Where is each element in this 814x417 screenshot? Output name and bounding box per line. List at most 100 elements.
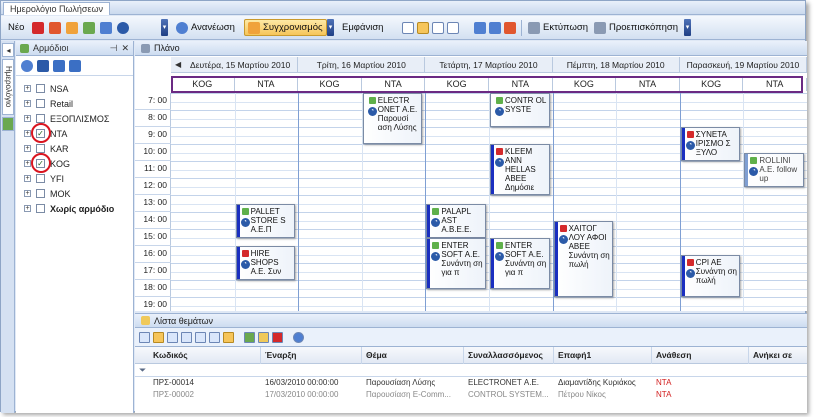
- refresh-list-icon[interactable]: [293, 331, 304, 343]
- day-header[interactable]: Παρασκευή, 19 Μαρτίου 2010: [680, 57, 807, 73]
- prev-day-icon[interactable]: ◀: [175, 57, 181, 73]
- appointment-status-bar: [236, 247, 240, 279]
- day-header[interactable]: Τετάρτη, 17 Μαρτίου 2010: [425, 57, 553, 73]
- column-header[interactable]: Συναλλασσόμενος: [464, 347, 554, 364]
- card-view-icon[interactable]: [153, 331, 164, 343]
- filter-row[interactable]: ⏷: [135, 364, 807, 377]
- expand-icon[interactable]: +: [24, 85, 31, 92]
- expand-icon[interactable]: +: [24, 130, 31, 137]
- view-button[interactable]: Εμφάνιση: [339, 19, 386, 36]
- column-header[interactable]: Θέμα: [362, 347, 464, 364]
- column-header[interactable]: Ανήκει σε: [749, 347, 814, 364]
- pin-panel-icon[interactable]: ⊣: [110, 43, 118, 54]
- appointment[interactable]: ◔ ENTER SOFT Α.Ε. Συνάντη ση για π: [426, 237, 486, 289]
- columns-icon[interactable]: [209, 331, 220, 343]
- users-icon[interactable]: [53, 59, 65, 72]
- appointment-text: ΣΥΝΕΤΑ ΙΡΙΣΜΟ Σ ΞΥΛΟ: [695, 130, 731, 157]
- day-header[interactable]: Τρίτη, 16 Μαρτίου 2010: [298, 57, 426, 73]
- document-tab[interactable]: Ημερολόγιο Πωλήσεων: [3, 2, 110, 15]
- filter-view-icon[interactable]: [223, 331, 234, 343]
- list-view-icon[interactable]: [139, 331, 150, 343]
- grid-icon[interactable]: [489, 21, 501, 34]
- contacts-icon[interactable]: [66, 21, 78, 34]
- expand-icon[interactable]: +: [24, 190, 31, 197]
- appointment[interactable]: ◔ PALLET STORE S Α.Ε.Π: [235, 203, 296, 238]
- new-button[interactable]: Νέο: [5, 19, 27, 36]
- owner-item[interactable]: + ✓ NTA: [16, 123, 133, 143]
- owner-checkbox[interactable]: [36, 99, 45, 108]
- toolbar-overflow-icon[interactable]: ▾: [161, 19, 168, 36]
- filter-icon[interactable]: ⏷: [139, 365, 146, 376]
- owner-item[interactable]: + ✓ KOG: [16, 153, 133, 173]
- column-header[interactable]: Έναρξη: [261, 347, 362, 364]
- pin-icon[interactable]: [32, 21, 44, 34]
- appointment[interactable]: ◔ ELECTR ONET Α.Ε. Παρουσί αση Λύσης: [362, 93, 423, 144]
- side-calendar-tab[interactable]: Ημερολόγιο: [2, 59, 14, 115]
- appointment[interactable]: ◔ ENTER SOFT Α.Ε. Συνάντη ση για π: [490, 237, 550, 289]
- appointment[interactable]: ◔ HIRE SHOPS Α.Ε. Συν: [235, 246, 296, 280]
- table-view-icon[interactable]: [167, 331, 178, 343]
- message-icon[interactable]: [100, 21, 112, 34]
- expand-icon[interactable]: +: [24, 145, 31, 152]
- calendar-panel: Πλάνο ◀ Δευτέρα, 15 Μαρτίου 2010 Τρίτη, 16…: [135, 41, 807, 314]
- owner-checkbox[interactable]: [36, 204, 45, 213]
- detail-view-icon[interactable]: [181, 331, 192, 343]
- toolbar-overflow-icon-3[interactable]: ▾: [684, 19, 691, 36]
- expand-icon[interactable]: +: [24, 205, 31, 212]
- clock-icon[interactable]: [117, 21, 129, 34]
- day-header[interactable]: Δευτέρα, 15 Μαρτίου 2010: [183, 57, 299, 73]
- owner-item[interactable]: + YFI: [16, 171, 133, 186]
- appointment[interactable]: ◔ CONTR OL SYSTE: [490, 93, 550, 127]
- work-week-view-icon[interactable]: [417, 21, 429, 34]
- day-view-icon[interactable]: [402, 21, 414, 34]
- appointment[interactable]: ◔ PALAPL AST Α.Β.Ε.Ε.: [426, 203, 486, 238]
- sync-button[interactable]: Συγχρονισμός: [244, 19, 327, 36]
- delete-icon[interactable]: [272, 331, 283, 343]
- side-tab-icon[interactable]: [2, 117, 14, 131]
- owner-checkbox[interactable]: [36, 84, 45, 93]
- preview-button[interactable]: Προεπισκόπηση: [591, 19, 681, 36]
- group-view-icon[interactable]: [195, 331, 206, 343]
- timeline-icon[interactable]: [474, 21, 486, 34]
- appointment[interactable]: ◔ CPI AE Συνάντη ση πωλή: [680, 254, 741, 297]
- table-row[interactable]: ΠΡΣ-00014 16/03/2010 00:00:00 Παρουσίαση Λ…: [135, 377, 807, 389]
- print-button[interactable]: Εκτύπωση: [525, 19, 591, 36]
- group-icon[interactable]: [37, 59, 49, 72]
- toolbar-overflow-icon-2[interactable]: ▾: [327, 19, 334, 36]
- side-collapse-tab[interactable]: ◂: [2, 43, 14, 57]
- column-header[interactable]: Ανάθεση: [652, 347, 749, 364]
- refresh-button[interactable]: Ανανέωση: [173, 19, 238, 36]
- column-header[interactable]: Επαφή1: [554, 347, 652, 364]
- close-panel-icon[interactable]: ✕: [121, 43, 129, 54]
- week-view-icon[interactable]: [432, 21, 444, 34]
- find-icon[interactable]: [258, 331, 269, 343]
- owner-item[interactable]: + Χωρίς αρμόδιο: [16, 201, 133, 216]
- owner-checkbox[interactable]: [36, 144, 45, 153]
- owner-item[interactable]: + KAR: [16, 141, 133, 156]
- appointment[interactable]: ◔ KLEEM ANN HELLAS ABEE Δημόσιε: [490, 144, 550, 195]
- users-edit-icon[interactable]: [69, 59, 81, 72]
- resource-icon[interactable]: [504, 21, 516, 34]
- appointment[interactable]: ◔ ΣΥΝΕΤΑ ΙΡΙΣΜΟ Σ ΞΥΛΟ: [680, 127, 741, 161]
- refresh-owners-icon[interactable]: [21, 59, 33, 72]
- owner-checkbox[interactable]: [36, 174, 45, 183]
- expand-icon[interactable]: +: [24, 160, 31, 167]
- add-task-icon[interactable]: [244, 331, 255, 343]
- column-header[interactable]: Κωδικός: [149, 347, 261, 364]
- appointment[interactable]: ◔ ΧΑΙΤΟΓ ΛΟΥ ΑΦΟΙ ΑΒΕΕ Συνάντη ση πωλή: [553, 220, 614, 297]
- appointment[interactable]: ◔ ROLLINI Α.Ε. follow up: [744, 152, 804, 187]
- owner-item[interactable]: + NSA: [16, 81, 133, 96]
- expand-icon[interactable]: +: [24, 115, 31, 122]
- owner-checkbox[interactable]: [36, 189, 45, 198]
- owner-checkbox[interactable]: [36, 114, 45, 123]
- owner-item[interactable]: + MOK: [16, 186, 133, 201]
- day-header[interactable]: Πέμπτη, 18 Μαρτίου 2010: [553, 57, 680, 73]
- owner-item[interactable]: + ΕΞΟΠΛΙΣΜΟΣ: [16, 111, 133, 126]
- table-row[interactable]: ΠΡΣ-00002 17/03/2010 00:00:00 Παρουσίαση E…: [135, 389, 807, 401]
- owner-item[interactable]: + Retail: [16, 96, 133, 111]
- expand-icon[interactable]: +: [24, 100, 31, 107]
- month-view-icon[interactable]: [447, 21, 459, 34]
- note-icon[interactable]: [83, 21, 95, 34]
- edit-icon[interactable]: [49, 21, 61, 34]
- expand-icon[interactable]: +: [24, 175, 31, 182]
